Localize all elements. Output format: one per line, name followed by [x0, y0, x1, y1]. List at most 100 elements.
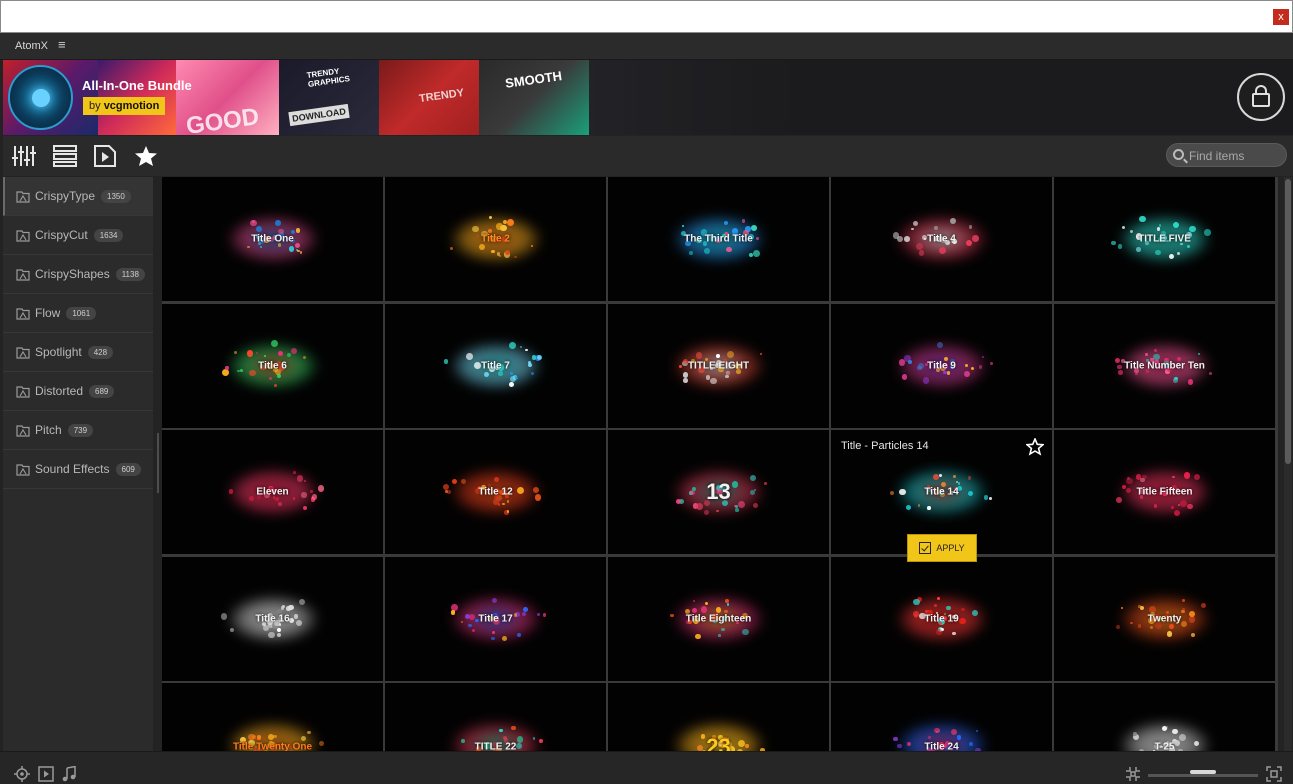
particle-dot	[286, 606, 291, 611]
particle-dot	[1182, 607, 1185, 611]
particle-dot	[299, 250, 303, 254]
author-prefix: by	[89, 100, 101, 112]
sidebar-item-pitch[interactable]: Pitch 739	[3, 411, 153, 450]
particle-dot	[1155, 249, 1161, 256]
particle-dot	[748, 252, 753, 258]
app-root: x AtomX ≡ GOOD TRENDY GRAPHICS DOWNLOAD T…	[0, 0, 1293, 784]
grid-item[interactable]: T-25	[1054, 683, 1275, 751]
grid-item[interactable]: Title 7	[385, 303, 606, 428]
particle-dot	[906, 505, 912, 511]
particle-dot	[1117, 243, 1123, 249]
banner-tile: GOOD	[176, 60, 279, 135]
grid-item[interactable]: 23	[608, 683, 829, 751]
shopping-bag-icon[interactable]	[1237, 73, 1285, 121]
shrink-icon[interactable]	[1125, 766, 1141, 782]
particle-dot	[307, 730, 311, 735]
search-input[interactable]	[1189, 147, 1283, 164]
particle-dot	[491, 597, 497, 603]
particle-dot	[917, 504, 920, 507]
particle-dot	[752, 250, 760, 258]
apply-button[interactable]: APPLY	[907, 534, 977, 562]
grid-item[interactable]: Eleven	[162, 430, 383, 554]
particle-dot	[1200, 602, 1207, 609]
banner-tile-text: SMOOTH	[504, 68, 563, 91]
grid-item[interactable]: TITLE 22	[385, 683, 606, 751]
sidebar-item-distorted[interactable]: Distorted 689	[3, 372, 153, 411]
sidebar-resize-handle[interactable]	[157, 433, 159, 493]
grid-item[interactable]: Title 19	[831, 556, 1052, 681]
particle-dot	[1166, 631, 1173, 637]
item-preview-title: Title 17	[478, 613, 513, 624]
particle-dot	[943, 370, 947, 374]
particle-dot	[509, 341, 517, 349]
search-box[interactable]	[1166, 143, 1287, 167]
grid-item[interactable]: Title Eighteen	[608, 556, 829, 681]
grid-item[interactable]: Title 24	[831, 683, 1052, 751]
zoom-slider-thumb[interactable]	[1190, 770, 1216, 774]
grid-item[interactable]: Title Number Ten	[1054, 303, 1275, 428]
particle-dot	[1136, 247, 1141, 252]
scrollbar-thumb[interactable]	[1285, 179, 1291, 464]
item-preview-title: Title 9	[927, 360, 956, 371]
particle-dot	[248, 733, 255, 741]
particle-dot	[1187, 379, 1194, 385]
zoom-slider-track[interactable]	[1148, 774, 1258, 777]
sidebar-item-crispycut[interactable]: CrispyCut 1634	[3, 216, 153, 255]
grid-item[interactable]: Title 17	[385, 556, 606, 681]
grid-item[interactable]: Title 6	[162, 303, 383, 428]
particle-dot	[522, 606, 528, 612]
favorite-star-icon[interactable]	[1026, 438, 1044, 456]
search-icon	[1173, 149, 1184, 160]
sidebar-item-spotlight[interactable]: Spotlight 428	[3, 333, 153, 372]
particle-dot	[726, 351, 734, 359]
banner-tile-text: TRENDY	[418, 86, 465, 106]
grid-item[interactable]: TITLE FIVE	[1054, 177, 1275, 301]
grid-item[interactable]: Twenty	[1054, 556, 1275, 681]
expand-icon[interactable]	[1266, 766, 1282, 782]
sliders-icon[interactable]	[12, 145, 36, 167]
grid-item[interactable]: Title 12	[385, 430, 606, 554]
particle-dot	[247, 350, 254, 357]
item-preview-title: TITLE FIVE	[1138, 233, 1191, 245]
preview-play-icon[interactable]	[93, 145, 117, 167]
grid-item[interactable]: Title 9	[831, 303, 1052, 428]
grid-item[interactable]: TITLE EIGHT	[608, 303, 829, 428]
grid-scrollbar[interactable]	[1284, 177, 1292, 751]
grid-item[interactable]: Title Twenty One	[162, 683, 383, 751]
grid-item[interactable]: Title 4	[831, 177, 1052, 301]
hamburger-icon[interactable]: ≡	[58, 37, 66, 52]
particle-dot	[717, 634, 721, 637]
grid-item[interactable]: Title 16	[162, 556, 383, 681]
particle-dot	[1173, 509, 1180, 516]
item-preview-title: Title 24	[924, 741, 959, 752]
particle-dot	[721, 627, 725, 632]
list-view-icon[interactable]	[53, 145, 77, 167]
particle-dot	[1172, 475, 1175, 479]
particle-dot	[525, 348, 528, 352]
grid-item[interactable]: 13	[608, 430, 829, 554]
particle-dot	[496, 252, 500, 256]
grid-item[interactable]: Title One	[162, 177, 383, 301]
grid-item[interactable]: Title 2	[385, 177, 606, 301]
grid-item[interactable]: Title Fifteen	[1054, 430, 1275, 554]
sidebar-item-crispytype[interactable]: CrispyType 1350	[3, 177, 153, 216]
window-close-button[interactable]: x	[1273, 9, 1289, 25]
grid-item[interactable]: Title 14 Title - Particles 14 APPLY	[831, 430, 1052, 562]
particle-dot	[491, 636, 495, 641]
folder-icon	[16, 229, 30, 242]
music-note-icon[interactable]	[61, 766, 77, 782]
particle-dot	[1156, 226, 1161, 231]
panel-titlebar: AtomX ≡	[0, 33, 1293, 60]
sidebar-item-crispyshapes[interactable]: CrispyShapes 1138	[3, 255, 153, 294]
sidebar-item-flow[interactable]: Flow 1061	[3, 294, 153, 333]
banner-tile-text: DOWNLOAD	[288, 103, 350, 127]
banner-tile-text: TRENDY GRAPHICS	[306, 66, 351, 89]
sidebar-item-sound-effects[interactable]: Sound Effects 609	[3, 450, 153, 489]
grid-item[interactable]: The Third Title	[608, 177, 829, 301]
favorites-star-icon[interactable]	[134, 145, 158, 167]
author-badge[interactable]: by vcgmotion	[83, 97, 166, 115]
target-icon[interactable]	[14, 766, 30, 782]
play-preview-icon[interactable]	[38, 766, 54, 782]
banner-tile: TRENDY GRAPHICS DOWNLOAD	[279, 60, 379, 135]
particle-dot	[934, 727, 940, 734]
